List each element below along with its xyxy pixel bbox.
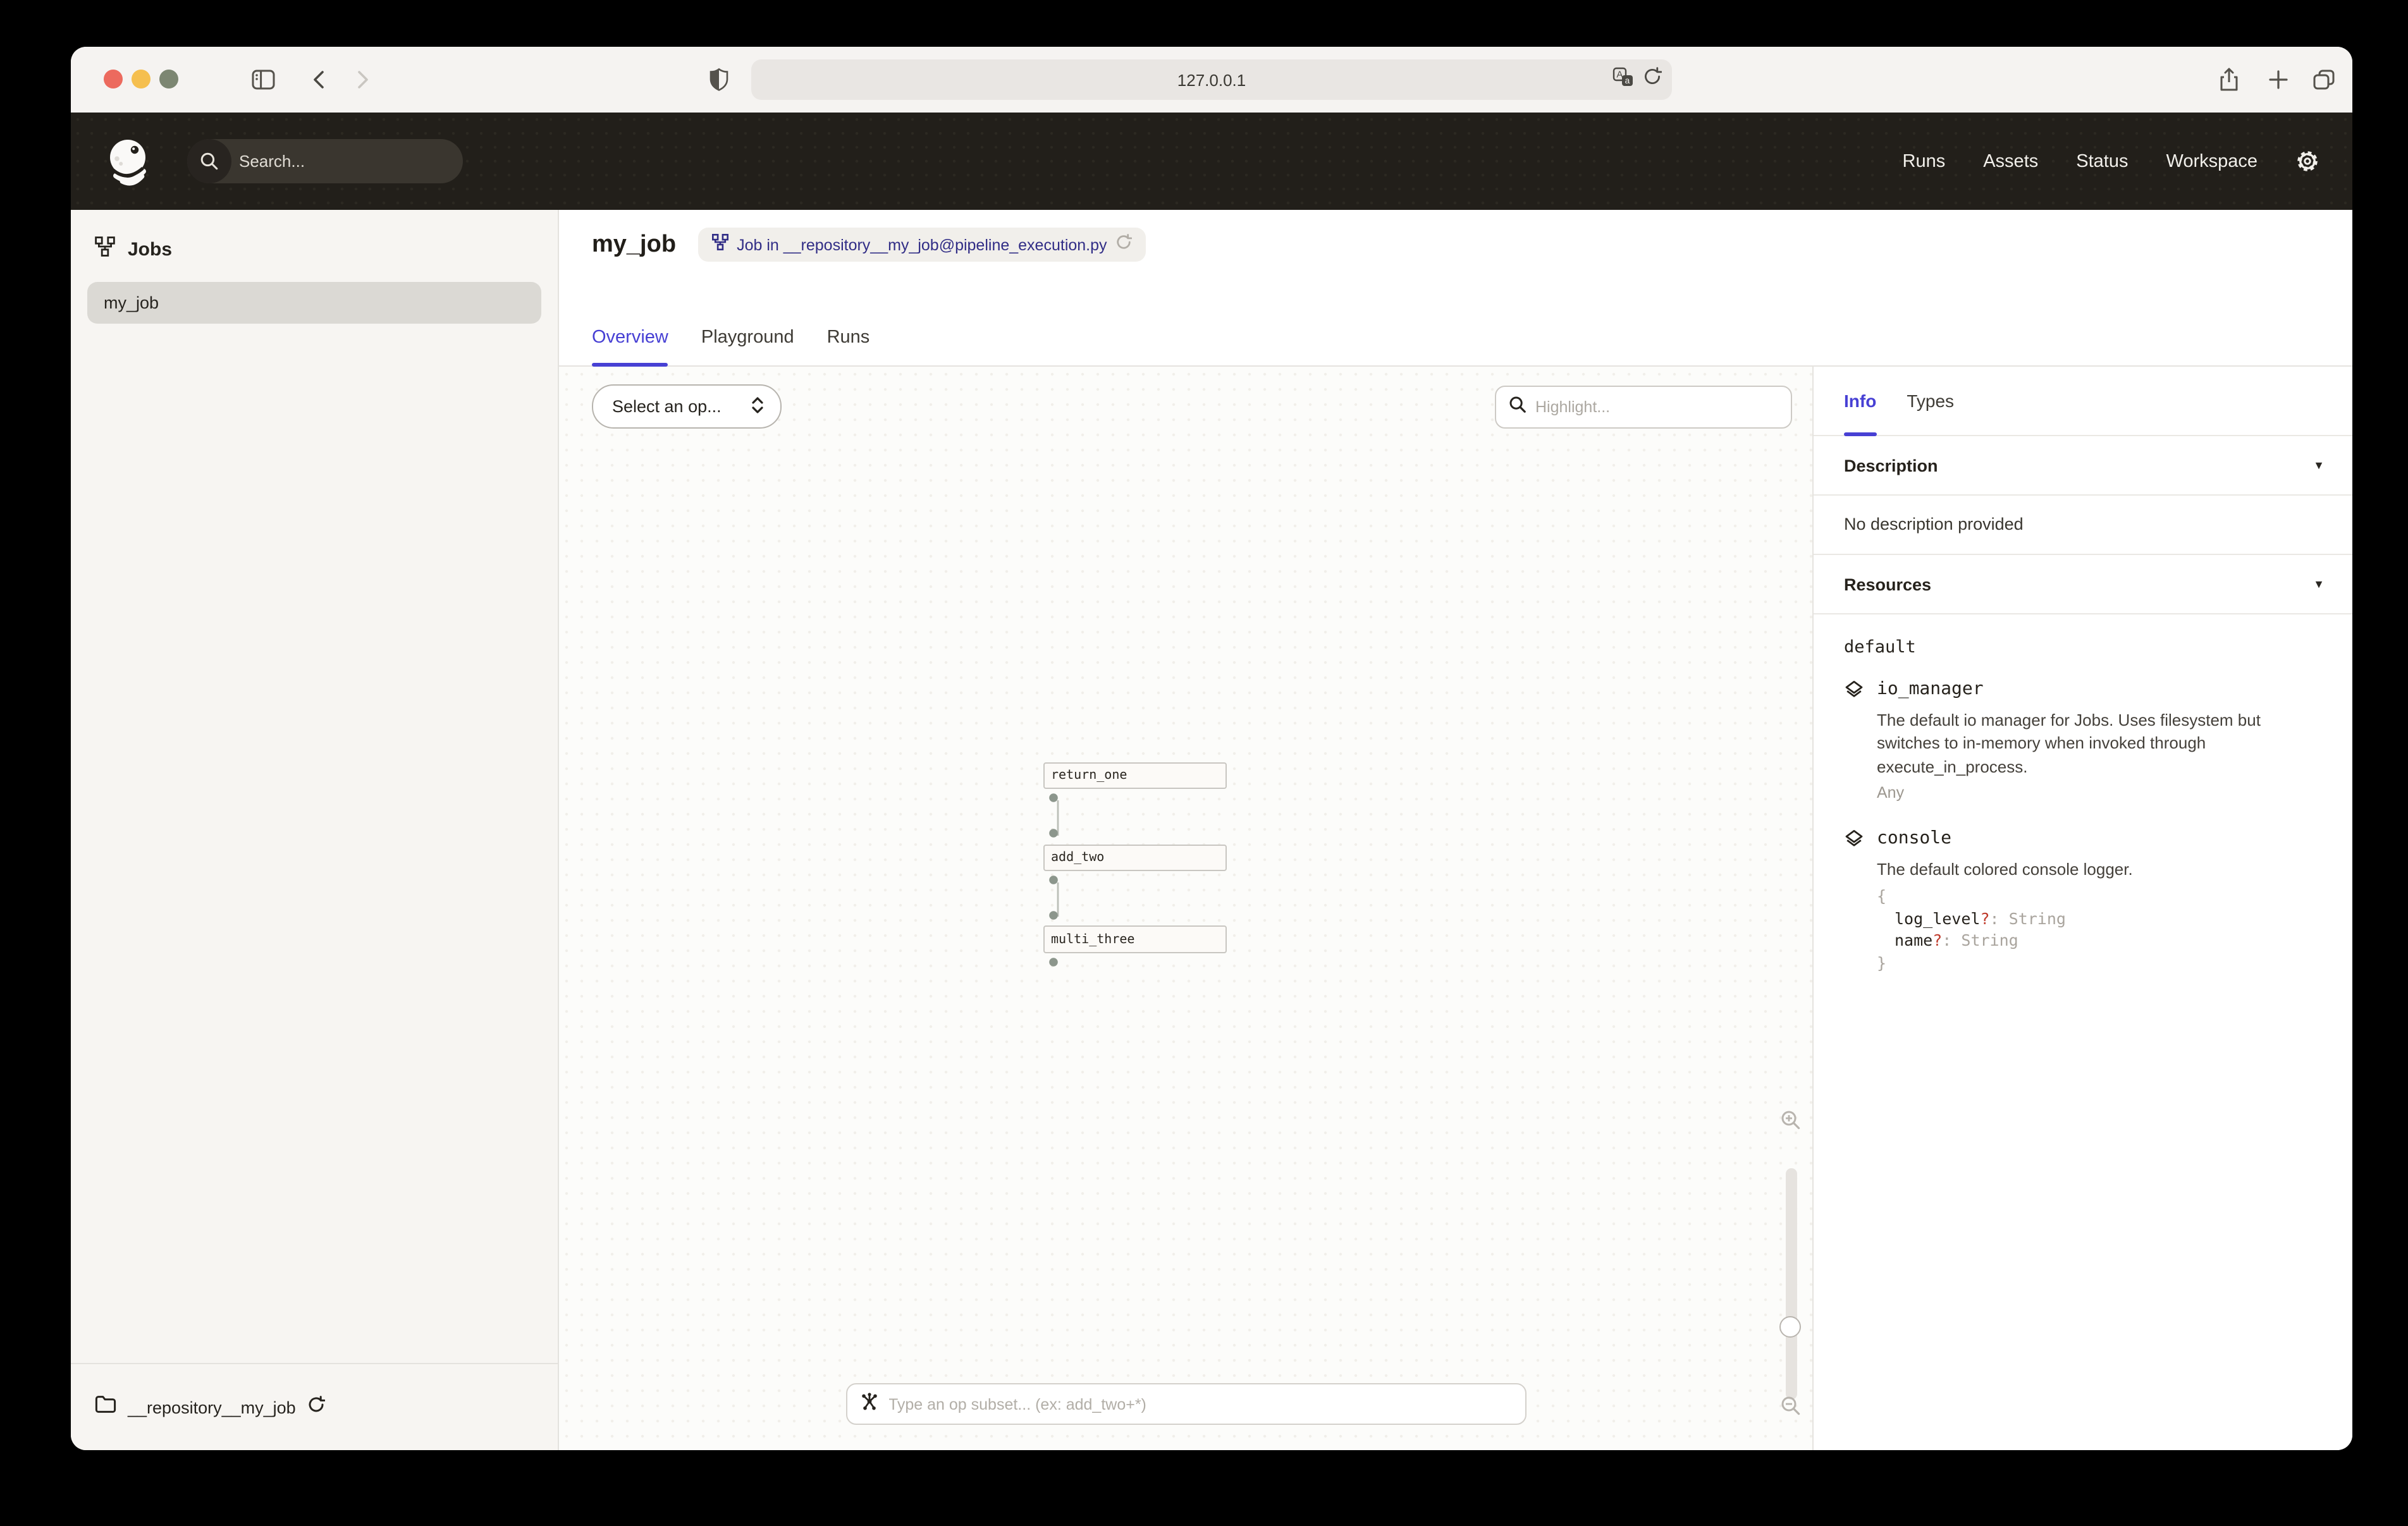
op-subset-box[interactable]	[845, 1383, 1526, 1425]
close-window-button[interactable]	[104, 70, 123, 89]
forward-icon[interactable]	[357, 70, 371, 90]
privacy-shield-icon[interactable]	[710, 68, 728, 92]
minimize-window-button[interactable]	[132, 70, 150, 89]
zoom-slider-track[interactable]	[1786, 1168, 1797, 1400]
dagster-logo[interactable]	[104, 136, 154, 186]
resource-description: The default colored console logger.	[1877, 859, 2133, 882]
search-input[interactable]	[231, 152, 463, 171]
job-origin-badge: Job in __repository__my_job@pipeline_exe…	[697, 228, 1146, 262]
job-header: my_job Job in __repository__my_job@pipel…	[559, 210, 2352, 367]
page-title: my_job	[592, 231, 676, 259]
nav-runs[interactable]: Runs	[1903, 151, 1946, 171]
sidebar-title: Jobs	[128, 239, 172, 260]
panel-tabs: Info Types	[1814, 367, 2352, 436]
new-tab-icon[interactable]	[2269, 70, 2288, 89]
resource-config-schema: { log_level?: String name?: String }	[1877, 885, 2133, 975]
search-icon	[187, 139, 231, 183]
folder-icon	[95, 1395, 116, 1420]
collapse-caret-icon: ▼	[2313, 459, 2325, 472]
select-op-label: Select an op...	[612, 397, 722, 416]
highlight-input[interactable]	[1535, 398, 1778, 416]
share-icon[interactable]	[2218, 67, 2240, 92]
svg-text:a: a	[1625, 75, 1630, 85]
translate-icon[interactable]: Aa	[1612, 66, 1634, 94]
op-node-add-two[interactable]: add_two	[1043, 845, 1227, 871]
tab-info[interactable]: Info	[1844, 367, 1876, 435]
badge-reload-icon[interactable]	[1116, 233, 1133, 256]
highlight-search-icon	[1509, 395, 1526, 419]
jobs-sidebar: Jobs my_job __repository__my_job	[71, 210, 559, 1450]
job-origin-link[interactable]: Job in __repository__my_job@pipeline_exe…	[737, 236, 1107, 253]
nav-status[interactable]: Status	[2076, 151, 2128, 171]
settings-gear-icon[interactable]	[2295, 149, 2319, 173]
resources-section-header[interactable]: Resources ▼	[1814, 555, 2352, 614]
chevron-updown-icon	[750, 395, 765, 418]
nav-workspace[interactable]: Workspace	[2166, 151, 2258, 171]
top-nav: Runs Assets Status Workspace	[1903, 151, 2258, 171]
resources-body: default io_manager The default io manage…	[1814, 614, 2352, 1000]
resources-title: Resources	[1844, 575, 1931, 594]
zoom-slider-thumb[interactable]	[1779, 1316, 1801, 1338]
op-subset-graph-icon	[859, 1391, 878, 1417]
resource-icon	[1844, 830, 1864, 975]
tab-playground[interactable]: Playground	[701, 310, 794, 365]
op-subset-input[interactable]	[888, 1395, 1512, 1413]
nav-assets[interactable]: Assets	[1983, 151, 2038, 171]
resource-description: The default io manager for Jobs. Uses fi…	[1877, 709, 2309, 779]
tab-types[interactable]: Types	[1907, 367, 1954, 435]
screenshot-stage: 127.0.0.1 Aa	[0, 0, 2408, 1526]
tab-overview-icon[interactable]	[2312, 68, 2336, 91]
resource-io-manager: io_manager The default io manager for Jo…	[1844, 679, 2322, 802]
resource-name: io_manager	[1877, 679, 2309, 699]
op-graph-canvas[interactable]: Select an op...	[559, 367, 1814, 1450]
repository-label[interactable]: __repository__my_job	[128, 1398, 296, 1417]
resource-group-name: default	[1844, 637, 2322, 657]
op-node-return-one[interactable]: return_one	[1043, 762, 1227, 789]
tab-runs[interactable]: Runs	[827, 310, 870, 365]
url-text: 127.0.0.1	[1177, 70, 1246, 89]
address-bar[interactable]: 127.0.0.1 Aa	[751, 59, 1672, 100]
repository-reload-icon[interactable]	[307, 1395, 325, 1419]
zoom-out-icon[interactable]	[1781, 1396, 1801, 1416]
op-node-multi-three[interactable]: multi_three	[1043, 925, 1227, 953]
browser-window: 127.0.0.1 Aa	[71, 47, 2352, 1450]
sidebar-footer: __repository__my_job	[71, 1363, 558, 1450]
back-icon[interactable]	[311, 70, 325, 90]
resource-type: Any	[1877, 784, 2309, 802]
collapse-caret-icon: ▼	[2313, 578, 2325, 590]
highlight-search[interactable]	[1495, 386, 1792, 429]
tab-overview[interactable]: Overview	[592, 310, 668, 365]
description-title: Description	[1844, 456, 1938, 475]
jobs-icon	[95, 236, 115, 263]
svg-text:A: A	[1616, 70, 1623, 80]
resource-name: console	[1877, 829, 2133, 849]
info-panel: Info Types Description ▼ No description …	[1814, 367, 2352, 1450]
sidebar-toggle-icon[interactable]	[252, 69, 276, 90]
zoom-in-icon[interactable]	[1781, 1110, 1801, 1130]
description-section-header[interactable]: Description ▼	[1814, 436, 2352, 496]
sidebar-item-my-job[interactable]: my_job	[87, 282, 541, 324]
zoom-window-button[interactable]	[159, 70, 178, 89]
browser-toolbar: 127.0.0.1 Aa	[71, 47, 2352, 113]
description-body: No description provided	[1814, 496, 2352, 555]
op-dag: return_one add_two multi_three	[1043, 762, 1246, 977]
reload-icon[interactable]	[1643, 67, 1662, 92]
resource-icon	[1844, 680, 1864, 802]
select-op-dropdown[interactable]: Select an op...	[592, 384, 782, 429]
job-icon	[711, 233, 728, 256]
global-search[interactable]: /	[187, 139, 463, 183]
app-header: / Runs Assets Status Workspace	[71, 113, 2352, 210]
job-tabs: Overview Playground Runs	[592, 310, 869, 365]
resource-console: console The default colored console logg…	[1844, 829, 2322, 975]
